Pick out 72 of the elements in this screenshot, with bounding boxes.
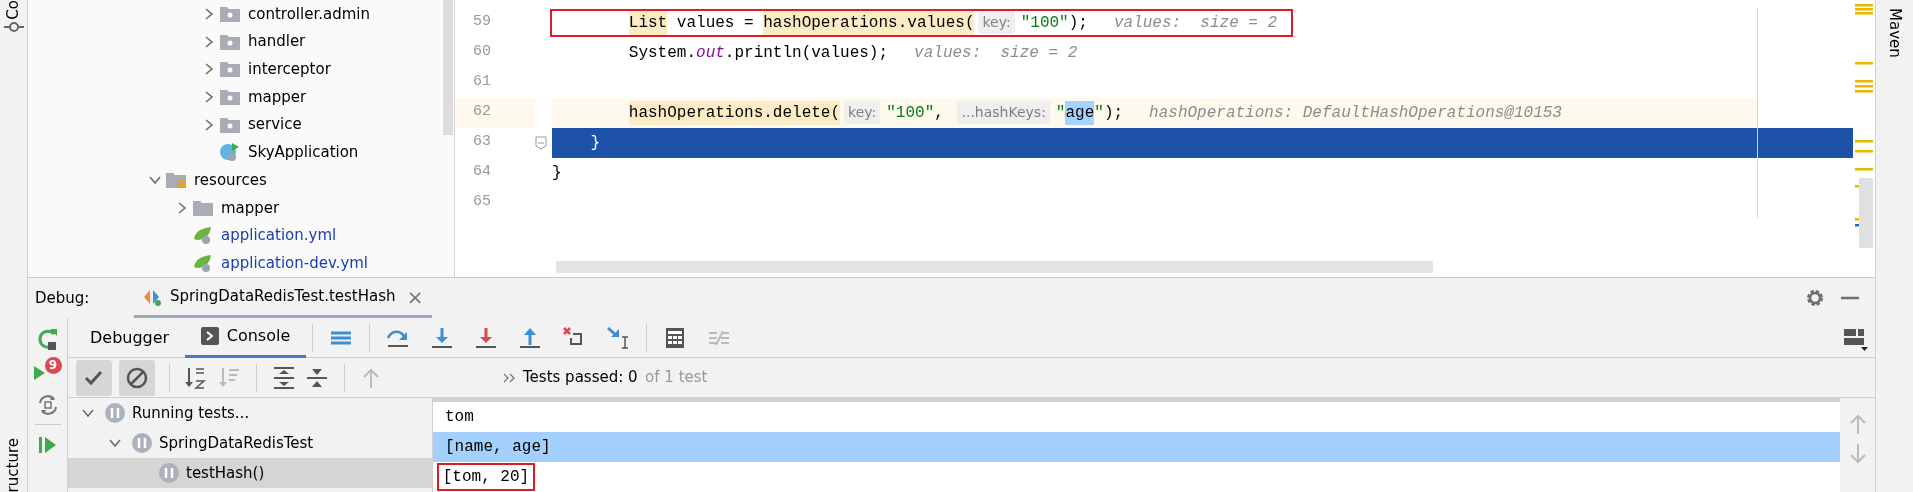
tree-item-label[interactable]: resources (194, 168, 267, 192)
tool-window-label[interactable]: Maven (1883, 7, 1906, 58)
settings-icon[interactable] (1805, 288, 1825, 308)
code-text: System. (628, 42, 697, 64)
tab[interactable]: Console (185, 317, 307, 358)
panel-title: Debug: (35, 287, 90, 309)
code-text: , (934, 102, 945, 124)
line-number: 62 (455, 97, 535, 128)
tree-item-label[interactable]: interceptor (248, 58, 331, 81)
code-text: ); (1068, 12, 1088, 34)
tree-item-label[interactable]: mapper (248, 85, 307, 109)
code-text: } (552, 162, 562, 184)
test-tree-item[interactable]: SpringDataRedisTest (68, 428, 432, 458)
leaf-icon (192, 253, 214, 274)
parameter-hint: ...hashKeys: (957, 101, 1050, 124)
tree-item-label[interactable]: service (248, 113, 302, 136)
leaf-icon (192, 225, 214, 246)
commit-icon[interactable] (3, 19, 24, 34)
session-tab[interactable]: SpringDataRedisTest.testHash × (134, 278, 432, 318)
parameter-hint: key: (978, 11, 1015, 34)
code-text: .println(values); (724, 42, 889, 64)
toggle-button[interactable] (119, 359, 155, 396)
console-icon (201, 327, 220, 345)
paused-icon (104, 402, 126, 424)
status-text: of 1 test (645, 367, 708, 389)
code-text: hashOperations.delete( (628, 100, 841, 125)
line-number: 63 (472, 132, 492, 153)
line-number: 65 (472, 192, 492, 213)
code-string: " (1055, 102, 1066, 124)
line-number: 60 (472, 42, 492, 63)
tree-item-label[interactable]: handler (248, 30, 306, 53)
inline-debug-value: hashOperations: DefaultHashOperations@10153 (1149, 102, 1562, 124)
scrollbar[interactable] (443, 0, 453, 135)
line-number: 64 (472, 162, 492, 183)
fold-icon[interactable] (535, 135, 547, 150)
code-text: } (590, 132, 600, 154)
code-text: ); (1103, 102, 1124, 124)
class-icon (219, 142, 241, 163)
tree-item-label[interactable]: application-dev.yml (221, 251, 369, 275)
line-number: 59 (472, 12, 492, 33)
tree-item-label[interactable]: SkyApplication (248, 141, 359, 164)
toggle-button[interactable] (75, 359, 112, 396)
resources-folder-icon (165, 170, 187, 191)
scrollbar[interactable] (556, 261, 1433, 274)
tab[interactable]: Debugger (74, 317, 186, 358)
close-button[interactable]: × (406, 281, 424, 312)
console-line: tom (444, 407, 475, 428)
package-icon (219, 59, 241, 80)
code-string: "100" (886, 102, 935, 124)
code-string: " (1094, 102, 1104, 124)
tool-window-label[interactable]: Co (2, 0, 25, 20)
code-text: values = (676, 12, 755, 34)
test-tree-item[interactable]: testHash() (68, 458, 432, 488)
tree-item-label[interactable]: controller.admin (248, 2, 370, 26)
annotation-box: [tom, 20] (439, 465, 533, 489)
code-text: List (628, 10, 668, 35)
code-text: hashOperations.values( (763, 10, 975, 35)
breakpoint-count-badge: 9 (44, 357, 62, 374)
paused-icon (158, 462, 180, 484)
code-text: out (696, 42, 725, 64)
tool-window-label[interactable]: ructure (2, 437, 25, 492)
inline-debug-value: values: size = 2 (914, 42, 1078, 64)
line-number: 61 (472, 72, 492, 93)
code-string: "100" (1020, 12, 1069, 34)
paused-icon (131, 432, 153, 454)
selected-text: age (1065, 100, 1095, 125)
inline-debug-value: values: size = 2 (1113, 12, 1278, 34)
tree-item-label[interactable]: application.yml (221, 224, 337, 247)
test-tree-item[interactable]: Running tests... (68, 398, 432, 428)
status-text: Tests passed: 0 (523, 367, 638, 389)
tree-item-label[interactable]: mapper (221, 196, 280, 219)
parameter-hint: key: (844, 101, 881, 124)
